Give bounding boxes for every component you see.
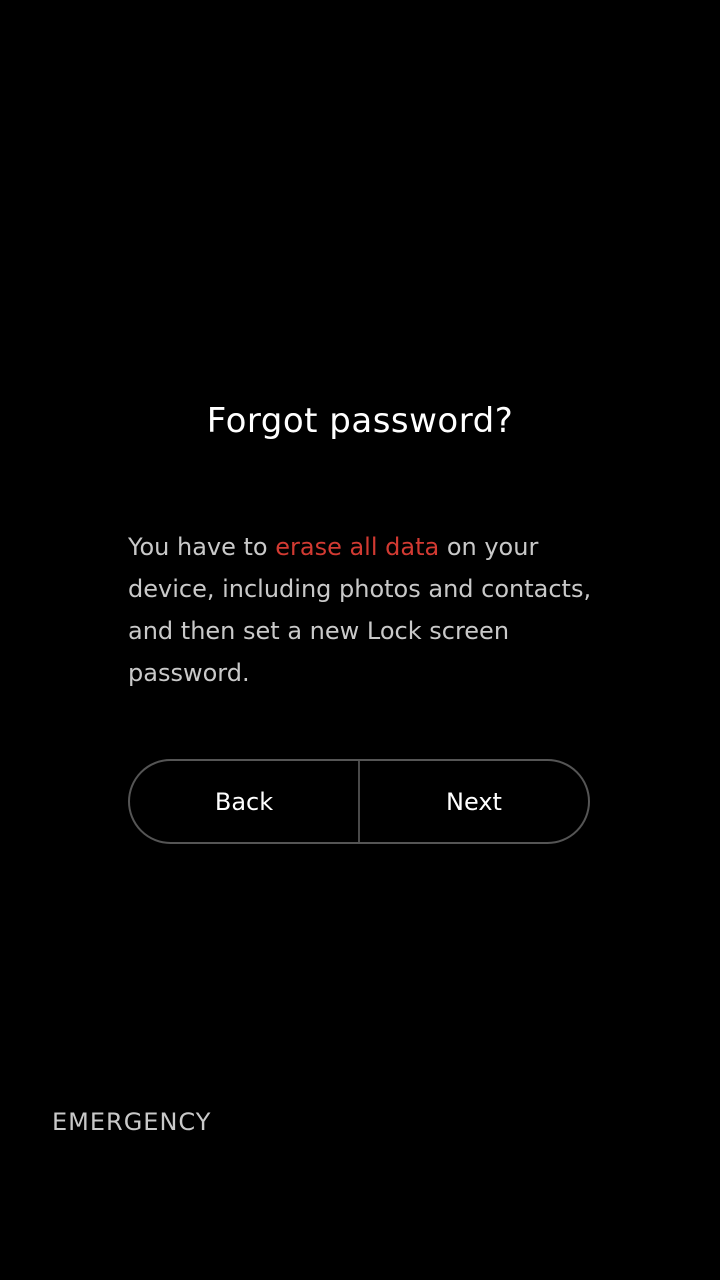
warning-message: You have to erase all data on your devic… <box>128 526 598 694</box>
emergency-button[interactable]: EMERGENCY <box>52 1104 211 1140</box>
next-button[interactable]: Next <box>360 761 588 842</box>
action-button-group: Back Next <box>128 759 590 844</box>
page-title: Forgot password? <box>206 401 514 441</box>
lock-screen: Forgot password? You have to erase all d… <box>0 0 720 1280</box>
erase-data-highlight: erase all data <box>275 533 440 561</box>
message-text-before: You have to <box>128 533 276 561</box>
back-button[interactable]: Back <box>130 761 358 842</box>
